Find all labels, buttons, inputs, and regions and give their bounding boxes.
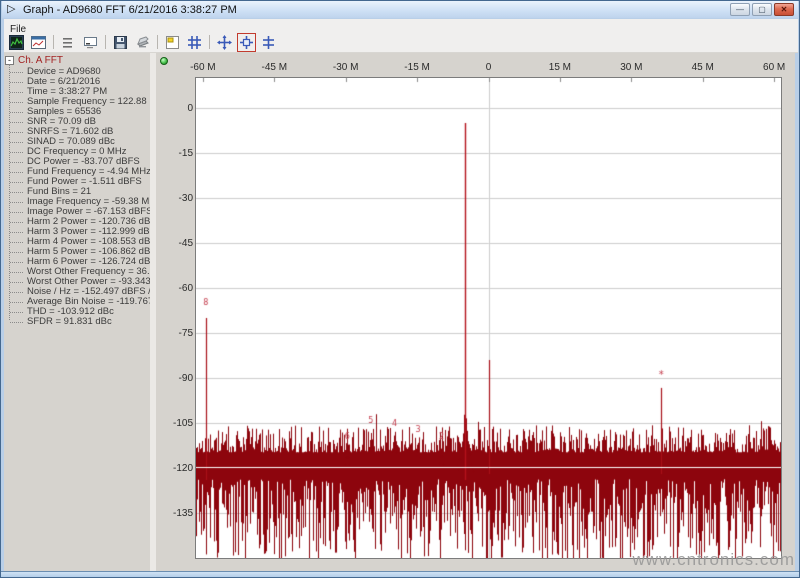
toolbar-separator: [53, 35, 54, 49]
x-axis-label: -15 M: [392, 62, 442, 73]
y-axis-label: -15: [162, 148, 193, 159]
x-axis-label: -45 M: [249, 62, 299, 73]
x-axis-label: -30 M: [321, 62, 371, 73]
toolbar-button-data-list[interactable]: [59, 33, 78, 52]
toolbar-button-copy-print[interactable]: [133, 33, 152, 52]
graph-window-icon: [31, 35, 46, 50]
copy-print-icon: [135, 35, 150, 50]
toolbar-button-save[interactable]: [111, 33, 130, 52]
x-axis-label: 45 M: [678, 62, 728, 73]
status-led-icon: [160, 57, 168, 65]
x-axis-label: 0: [464, 62, 514, 73]
fft-plot-canvas[interactable]: [195, 77, 782, 559]
y-axis-label: -135: [162, 508, 193, 519]
close-button[interactable]: ✕: [774, 3, 794, 16]
x-axis-label: -60 M: [178, 62, 228, 73]
window-title: Graph - AD9680 FFT 6/21/2016 3:38:27 PM: [23, 4, 237, 16]
fft-graph-panel: -60 M-45 M-30 M-15 M015 M30 M45 M60 M 0-…: [156, 53, 795, 571]
toolbar-separator: [105, 35, 106, 49]
app-window: ▷ Graph - AD9680 FFT 6/21/2016 3:38:27 P…: [0, 0, 800, 578]
toolbar-button-zoom-box-tool[interactable]: [237, 33, 256, 52]
zoom-box-tool-icon: [239, 35, 254, 50]
menu-bar: File: [4, 19, 798, 32]
axes-pair-icon: [261, 35, 276, 50]
x-axis-label: 15 M: [535, 62, 585, 73]
data-list-icon: [61, 35, 76, 50]
fft-settings-icon: [9, 35, 24, 50]
pan-tool-icon: [217, 35, 232, 50]
toolbar-button-grid-axes[interactable]: [185, 33, 204, 52]
toolbar-separator: [209, 35, 210, 49]
toolbar: [4, 32, 798, 53]
tree-items: Device = AD9680Date = 6/21/2016Time = 3:…: [1, 67, 147, 327]
y-axis-label: 0: [162, 103, 193, 114]
app-icon: ▷: [7, 3, 15, 16]
watermark: www.cntronics.com: [609, 550, 795, 570]
y-axis-label: -120: [162, 463, 193, 474]
toolbar-button-single-axis[interactable]: [163, 33, 182, 52]
single-axis-icon: [165, 35, 180, 50]
toolbar-button-fft-settings[interactable]: [7, 33, 26, 52]
x-axis-label: 30 M: [606, 62, 656, 73]
y-axis-label: -30: [162, 193, 193, 204]
x-axis-label: 60 M: [749, 62, 799, 73]
save-icon: [113, 35, 128, 50]
tree-root-channel-a-fft[interactable]: Ch. A FFT: [18, 55, 63, 66]
y-axis-label: -90: [162, 373, 193, 384]
toolbar-button-axes-pair[interactable]: [259, 33, 278, 52]
tree-item: SFDR = 91.831 dBc: [1, 317, 147, 327]
y-axis-label: -60: [162, 283, 193, 294]
y-axis-label: -45: [162, 238, 193, 249]
window-bottom-frame: [1, 571, 800, 578]
toolbar-button-cursor-tool[interactable]: [81, 33, 100, 52]
cursor-tool-icon: [83, 35, 98, 50]
maximize-button[interactable]: ▢: [752, 3, 772, 16]
grid-axes-icon: [187, 35, 202, 50]
title-bar: ▷ Graph - AD9680 FFT 6/21/2016 3:38:27 P…: [2, 1, 798, 18]
y-axis-label: -75: [162, 328, 193, 339]
toolbar-separator: [157, 35, 158, 49]
minimize-button[interactable]: —: [730, 3, 750, 16]
y-axis-label: -105: [162, 418, 193, 429]
toolbar-button-pan-tool[interactable]: [215, 33, 234, 52]
toolbar-button-graph-window[interactable]: [29, 33, 48, 52]
